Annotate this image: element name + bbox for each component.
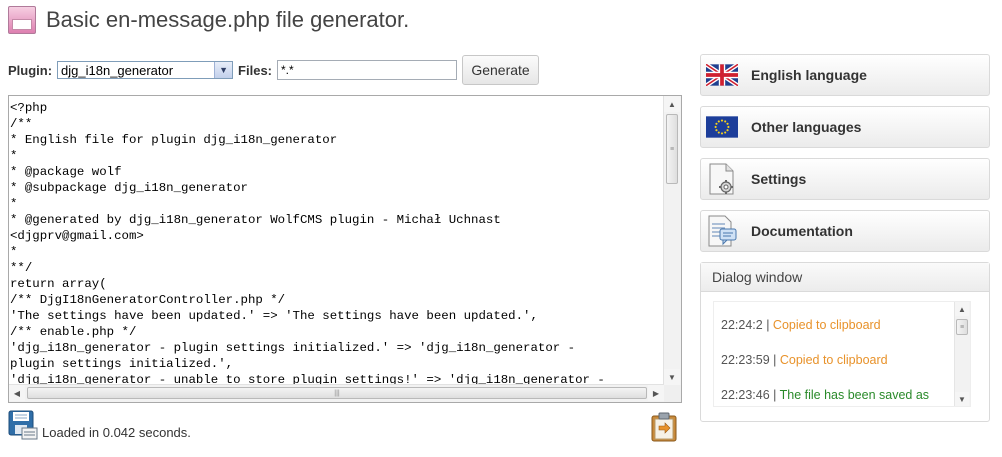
- resize-grip-icon[interactable]: [664, 385, 681, 402]
- sidebar-item-label: Other languages: [751, 119, 862, 135]
- copy-to-clipboard-icon[interactable]: [651, 412, 677, 442]
- log-entry: 22:23:46 | The file has been saved as: [721, 388, 952, 406]
- sidebar-item-label: English language: [751, 67, 867, 83]
- vertical-scroll-thumb[interactable]: ≡: [666, 114, 678, 184]
- log-message: Copied to clipboard: [779, 353, 888, 367]
- page-title: Basic en-message.php file generator.: [46, 7, 410, 32]
- sidebar-item-settings[interactable]: Settings: [700, 158, 990, 200]
- horizontal-scrollbar[interactable]: ◀ ||| ▶: [9, 384, 664, 402]
- scroll-down-icon[interactable]: ▼: [664, 369, 680, 385]
- dialog-title: Dialog window: [701, 263, 989, 292]
- log-entry: 22:24:2 | Copied to clipboard: [721, 318, 952, 353]
- scroll-right-icon[interactable]: ▶: [648, 385, 664, 401]
- log-time: 22:23:46: [721, 388, 770, 402]
- dialog-log[interactable]: 22:24:2 | Copied to clipboard 22:23:59 |…: [713, 301, 971, 407]
- scroll-up-icon[interactable]: ▲: [955, 302, 969, 316]
- eu-flag-icon: [705, 110, 739, 144]
- scroll-down-icon[interactable]: ▼: [955, 392, 969, 406]
- uk-flag-icon: [705, 58, 739, 92]
- save-file-icon[interactable]: [8, 410, 38, 440]
- log-entries: 22:24:2 | Copied to clipboard 22:23:59 |…: [721, 318, 952, 406]
- scroll-up-icon[interactable]: ▲: [664, 96, 680, 112]
- dialog-scroll-thumb[interactable]: ≡: [956, 319, 968, 335]
- vertical-scrollbar[interactable]: ▲ ≡ ▼: [663, 96, 681, 385]
- files-label: Files:: [238, 62, 273, 78]
- files-input[interactable]: [277, 60, 458, 80]
- generator-controls: Plugin: djg_i18n_generator ▼ Files: Gene…: [8, 55, 540, 85]
- log-entry: 22:23:59 | Copied to clipboard: [721, 353, 952, 388]
- log-message: The file has been saved as: [779, 388, 930, 402]
- log-message: Copied to clipboard: [772, 318, 881, 332]
- settings-document-icon: [705, 162, 739, 196]
- scroll-left-icon[interactable]: ◀: [9, 385, 25, 401]
- horizontal-scroll-thumb[interactable]: |||: [27, 387, 647, 399]
- dialog-vertical-scrollbar[interactable]: ▲ ≡ ▼: [954, 302, 970, 406]
- log-separator: |: [769, 353, 780, 367]
- plugin-select-value: djg_i18n_generator: [61, 63, 174, 78]
- sidebar-item-english-language[interactable]: English language: [700, 54, 990, 96]
- code-content: <?php /** * English file for plugin djg_…: [10, 101, 605, 385]
- sidebar-item-documentation[interactable]: Documentation: [700, 210, 990, 252]
- load-time-text: Loaded in 0.042 seconds.: [42, 425, 191, 440]
- sidebar-item-other-languages[interactable]: Other languages: [700, 106, 990, 148]
- dialog-window: Dialog window 22:24:2 | Copied to clipbo…: [700, 262, 990, 422]
- log-time: 22:23:59: [721, 353, 770, 367]
- status-bar: Loaded in 0.042 seconds.: [8, 410, 191, 440]
- page-header: Basic en-message.php file generator.: [8, 6, 409, 34]
- log-time: 22:24:2: [721, 318, 763, 332]
- plugin-select[interactable]: djg_i18n_generator ▼: [57, 61, 234, 79]
- generate-button[interactable]: Generate: [462, 55, 540, 85]
- log-separator: |: [762, 318, 773, 332]
- page-generator-icon: [8, 6, 36, 34]
- documentation-icon: [705, 214, 739, 248]
- plugin-label: Plugin:: [8, 62, 53, 78]
- sidebar-item-label: Documentation: [751, 223, 853, 239]
- log-separator: |: [769, 388, 780, 402]
- code-textarea[interactable]: <?php /** * English file for plugin djg_…: [8, 95, 682, 403]
- sidebar-item-label: Settings: [751, 171, 807, 187]
- chevron-down-icon[interactable]: ▼: [214, 62, 233, 78]
